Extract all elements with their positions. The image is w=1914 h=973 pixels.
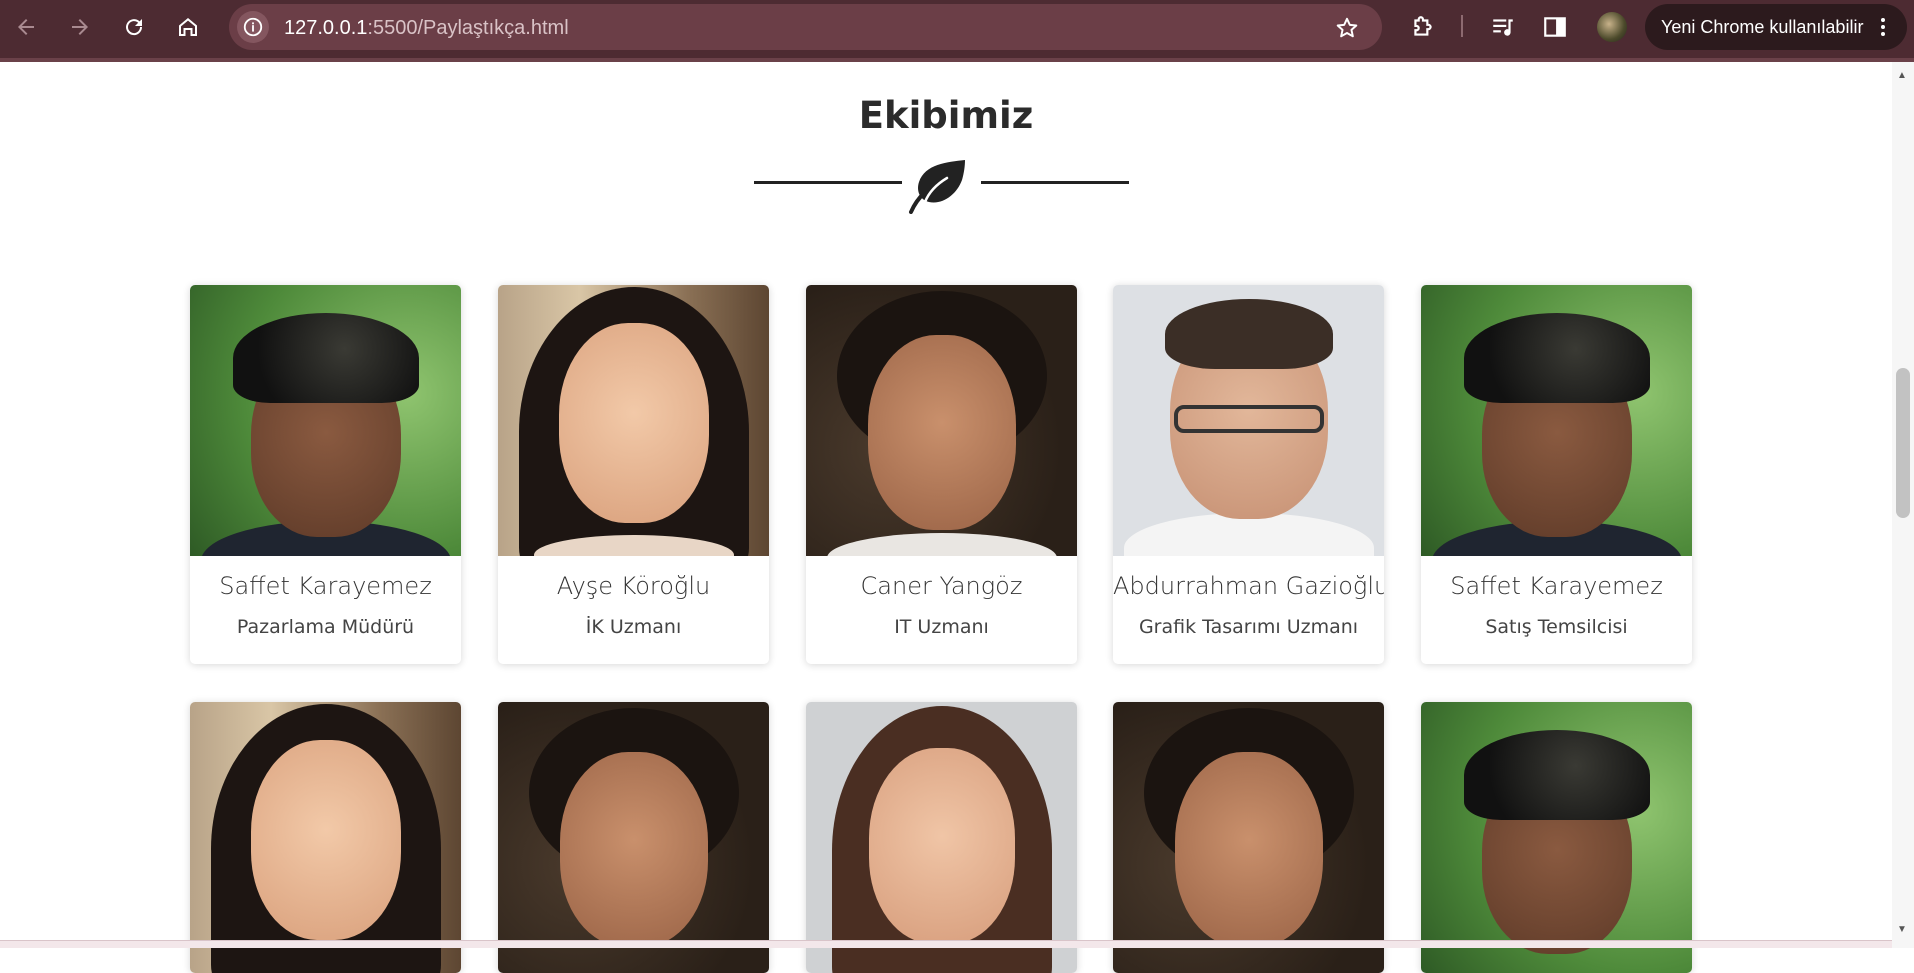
team-member-name: Abdurrahman Gazioğlu [1113, 572, 1384, 600]
team-photo-curly-man [806, 285, 1077, 556]
team-card[interactable]: Ayşe Köroğlu İK Uzmanı [498, 285, 769, 664]
title-divider-left [754, 181, 902, 184]
team-photo-bandana-man [1421, 702, 1692, 973]
scrollbar-thumb[interactable] [1896, 368, 1910, 518]
team-card[interactable] [1421, 702, 1692, 973]
arrow-left-icon [18, 19, 34, 35]
extensions-button[interactable] [1409, 13, 1437, 41]
side-panel-icon [1544, 17, 1566, 37]
toolbar-divider [1461, 15, 1463, 37]
back-button[interactable] [10, 11, 42, 43]
team-photo-curly-man [498, 702, 769, 973]
team-card[interactable] [806, 702, 1077, 973]
team-photo-bandana-man [1421, 285, 1692, 556]
page-scrollbar[interactable]: ▲ ▼ [1892, 62, 1914, 948]
site-info-icon[interactable] [237, 11, 269, 43]
reload-icon [126, 19, 143, 36]
more-menu-icon[interactable] [1871, 15, 1895, 39]
team-photo-smiling-woman [498, 285, 769, 556]
team-card[interactable]: Caner Yangöz IT Uzmanı [806, 285, 1077, 664]
url-text[interactable]: 127.0.0.1:5500/Paylaştıkça.html [284, 17, 569, 40]
team-member-role: Pazarlama Müdürü [236, 616, 415, 638]
team-photo-glasses-man [1113, 285, 1384, 556]
team-card[interactable] [190, 702, 461, 973]
team-card[interactable]: Saffet Karayemez Pazarlama Müdürü [190, 285, 461, 664]
url-host: 127.0.0.1 [284, 17, 368, 39]
media-controls-button[interactable] [1489, 13, 1517, 41]
team-member-role: Satış Temsilcisi [1485, 616, 1628, 638]
address-bar[interactable]: 127.0.0.1:5500/Paylaştıkça.html [229, 4, 1382, 50]
bookmark-star-icon[interactable] [1334, 15, 1360, 41]
puzzle-icon [1414, 16, 1432, 36]
team-member-name: Caner Yangöz [860, 572, 1023, 600]
update-chrome-chip[interactable]: Yeni Chrome kullanılabilir [1645, 4, 1907, 50]
arrow-right-icon [72, 19, 88, 35]
home-icon [179, 18, 197, 36]
playlist-music-icon [1493, 19, 1513, 36]
scroll-up-icon[interactable]: ▲ [1897, 70, 1907, 81]
team-photo-smiling-woman [190, 702, 461, 973]
home-button[interactable] [172, 11, 204, 43]
forward-button[interactable] [64, 11, 96, 43]
side-panel-button[interactable] [1541, 13, 1569, 41]
browser-toolbar: 127.0.0.1:5500/Paylaştıkça.html Yeni Chr… [0, 0, 1914, 62]
title-divider-right [981, 181, 1129, 184]
team-member-name: Saffet Karayemez [219, 572, 432, 600]
team-card[interactable]: Saffet Karayemez Satış Temsilcisi [1421, 285, 1692, 664]
update-chrome-label: Yeni Chrome kullanılabilir [1661, 16, 1864, 37]
team-member-role: IT Uzmanı [894, 616, 989, 638]
team-card[interactable]: Abdurrahman Gazioğlu Grafik Tasarımı Uzm… [1113, 285, 1384, 664]
leaf-icon [909, 160, 965, 214]
scroll-down-icon[interactable]: ▼ [1897, 924, 1907, 935]
team-photo-woman-brown-hair [806, 702, 1077, 973]
profile-avatar[interactable] [1597, 12, 1627, 42]
url-path: :5500/Paylaştıkça.html [367, 17, 569, 39]
team-member-name: Saffet Karayemez [1450, 572, 1663, 600]
team-card[interactable] [1113, 702, 1384, 973]
section-title: Ekibimiz [858, 94, 1034, 137]
page-content: Ekibimiz Saffet Karayemez Pazarlama Müdü… [0, 62, 1892, 973]
team-member-name: Ayşe Köroğlu [556, 572, 711, 600]
team-member-role: İK Uzmanı [585, 616, 682, 638]
team-photo-bandana-man [190, 285, 461, 556]
window-bottom-edge [0, 940, 1892, 948]
team-member-role: Grafik Tasarımı Uzmanı [1138, 616, 1359, 638]
team-card[interactable] [498, 702, 769, 973]
team-photo-curly-man [1113, 702, 1384, 973]
reload-button[interactable] [118, 11, 150, 43]
